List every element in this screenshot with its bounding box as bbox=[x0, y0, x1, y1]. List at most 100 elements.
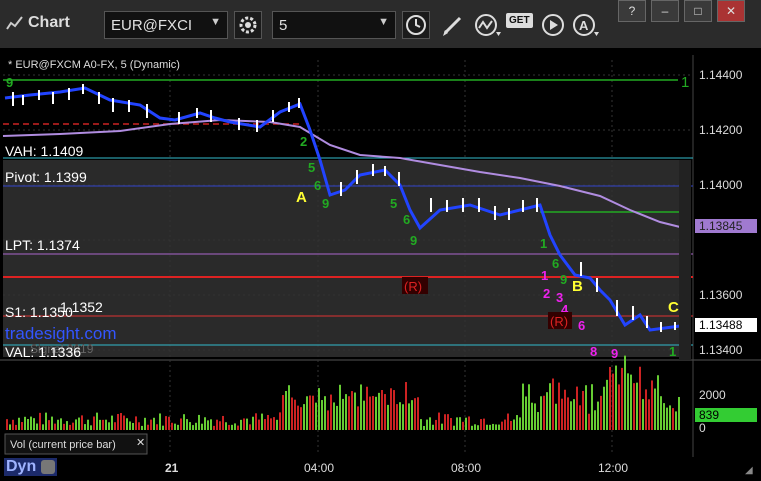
svg-text:9: 9 bbox=[611, 346, 618, 361]
volume-bar bbox=[357, 406, 359, 430]
volume-bar bbox=[582, 390, 584, 430]
volume-bar bbox=[135, 416, 137, 430]
volume-bar bbox=[507, 413, 509, 430]
volume-bar bbox=[663, 403, 665, 430]
price-chart-svg[interactable]: 9 2 5 6 9 5 6 9 1 6 9 1 1 2 3 4 6 8 9 (R… bbox=[0, 48, 761, 481]
volume-bar bbox=[249, 424, 251, 430]
volume-bar bbox=[174, 423, 176, 430]
volume-bar bbox=[195, 422, 197, 430]
volume-bar bbox=[645, 389, 647, 430]
volume-bar bbox=[423, 425, 425, 430]
volume-zero: 0 bbox=[699, 421, 706, 435]
play-icon bbox=[542, 14, 564, 36]
volume-bar bbox=[393, 390, 395, 430]
volume-bar bbox=[96, 412, 98, 430]
indicator-button[interactable] bbox=[474, 12, 502, 43]
volume-bar bbox=[489, 424, 491, 430]
price-tick: 1.14400 bbox=[699, 68, 743, 82]
interval-dropdown[interactable]: 5 ▼ bbox=[272, 11, 396, 39]
volume-bar bbox=[630, 374, 632, 430]
volume-bar bbox=[294, 399, 296, 430]
volume-bar bbox=[585, 385, 587, 430]
volume-bar bbox=[132, 422, 134, 430]
ma-price-label: 1.13845 bbox=[699, 219, 743, 233]
wave-label-c: C bbox=[668, 299, 679, 316]
svg-text:9: 9 bbox=[560, 272, 567, 287]
close-button[interactable]: ✕ bbox=[717, 0, 745, 22]
clock-button[interactable] bbox=[402, 11, 430, 39]
settings-gear-button[interactable] bbox=[234, 11, 262, 39]
maximize-button[interactable]: □ bbox=[684, 0, 712, 22]
volume-bar bbox=[492, 423, 494, 430]
volume-bar bbox=[312, 395, 314, 430]
wave-label-b: B bbox=[572, 278, 583, 295]
volume-bar bbox=[342, 398, 344, 430]
volume-bar bbox=[330, 394, 332, 430]
volume-bar bbox=[231, 424, 233, 430]
volume-bar bbox=[57, 419, 59, 430]
time-label: 08:00 bbox=[451, 461, 481, 475]
volume-bar bbox=[18, 417, 20, 430]
resistance-marker-2: (R) bbox=[550, 314, 568, 329]
volume-bar bbox=[48, 420, 50, 430]
volume-bar bbox=[324, 396, 326, 430]
chart-area[interactable]: 9 2 5 6 9 5 6 9 1 6 9 1 1 2 3 4 6 8 9 (R… bbox=[0, 48, 761, 481]
symbol-dropdown[interactable]: EUR@FXCI ▼ bbox=[104, 11, 228, 39]
alert-a-icon: A bbox=[573, 14, 599, 36]
volume-bar bbox=[204, 417, 206, 430]
volume-bar bbox=[297, 405, 299, 430]
green-count-label: 1 bbox=[681, 74, 689, 91]
volume-bar bbox=[90, 425, 92, 430]
help-button[interactable]: ? bbox=[618, 0, 646, 22]
pencil-draw-button[interactable] bbox=[440, 12, 466, 43]
volume-bar bbox=[33, 418, 35, 430]
volume-bar bbox=[471, 425, 473, 430]
svg-text:A: A bbox=[579, 18, 589, 33]
volume-bar bbox=[672, 408, 674, 430]
dynamic-mode-toggle[interactable]: Dyn bbox=[4, 458, 57, 476]
volume-bar bbox=[69, 424, 71, 430]
resize-grip-icon[interactable]: ◢ bbox=[745, 465, 753, 476]
price-tick: 1.14000 bbox=[699, 178, 743, 192]
price-tick: 1.13600 bbox=[699, 288, 743, 302]
volume-bar bbox=[30, 416, 32, 430]
volume-bar bbox=[111, 415, 113, 430]
volume-bar bbox=[210, 419, 212, 430]
volume-bar bbox=[372, 395, 374, 430]
play-button[interactable] bbox=[540, 12, 566, 43]
volume-bar bbox=[240, 419, 242, 430]
alert-button[interactable]: A bbox=[572, 12, 600, 43]
volume-bar bbox=[399, 402, 401, 430]
volume-bar bbox=[588, 413, 590, 430]
volume-bar bbox=[600, 395, 602, 430]
time-label: 12:00 bbox=[598, 461, 628, 475]
svg-text:9: 9 bbox=[6, 75, 13, 90]
volume-bar bbox=[609, 366, 611, 430]
volume-caption: Vol (current price bar) bbox=[10, 439, 116, 451]
volume-bar bbox=[516, 415, 518, 430]
volume-bar bbox=[222, 415, 224, 430]
volume-bar bbox=[411, 400, 413, 430]
volume-bar bbox=[366, 386, 368, 430]
volume-bar bbox=[456, 417, 458, 430]
volume-bar bbox=[207, 420, 209, 430]
get-button[interactable]: GET bbox=[506, 13, 533, 28]
chart-caption: * EUR@FXCM A0-FX, 5 (Dynamic) bbox=[8, 59, 180, 71]
volume-bar bbox=[420, 419, 422, 430]
volume-bar bbox=[501, 421, 503, 430]
volume-bar bbox=[495, 424, 497, 430]
clock-icon bbox=[406, 15, 426, 35]
volume-bar bbox=[63, 423, 65, 430]
close-icon[interactable]: ✕ bbox=[136, 437, 145, 449]
volume-bar bbox=[477, 425, 479, 430]
volume-bar bbox=[669, 405, 671, 430]
volume-bar bbox=[633, 383, 635, 430]
volume-bar bbox=[378, 392, 380, 430]
minimize-button[interactable]: – bbox=[651, 0, 679, 22]
volume-bar bbox=[333, 402, 335, 430]
volume-bar bbox=[171, 422, 173, 430]
svg-text:6: 6 bbox=[314, 178, 321, 193]
volume-bar bbox=[429, 417, 431, 430]
indicator-wave-icon bbox=[475, 14, 501, 36]
volume-bar bbox=[639, 366, 641, 430]
